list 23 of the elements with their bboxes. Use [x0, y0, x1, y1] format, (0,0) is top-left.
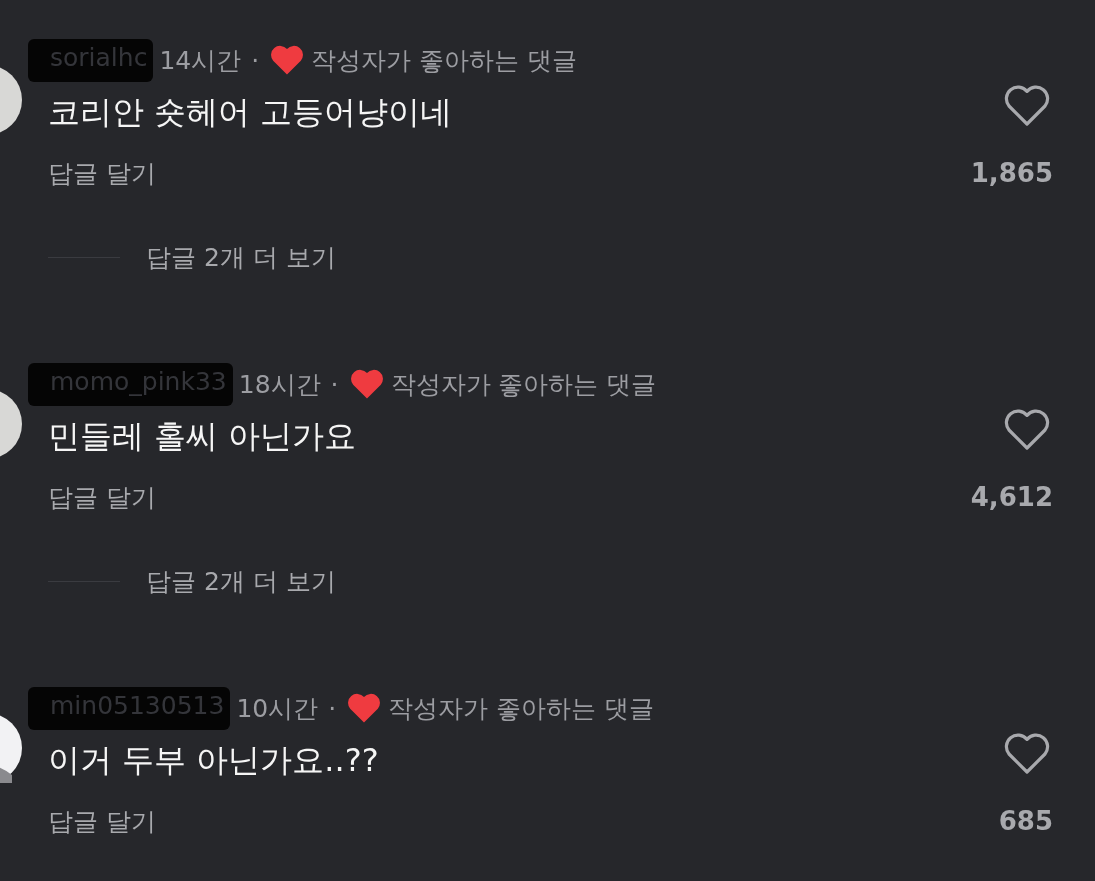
like-count: 1,865: [970, 158, 1053, 188]
view-replies-link[interactable]: 답글 2개 더 보기: [146, 564, 336, 598]
comment-text: 코리안 숏헤어 고등어냥이네: [48, 92, 453, 133]
reply-link[interactable]: 답글 달기: [48, 156, 156, 190]
reply-link[interactable]: 답글 달기: [48, 804, 156, 838]
comment-text: 민들레 홀씨 아닌가요: [48, 416, 357, 457]
view-replies-link[interactable]: 답글 2개 더 보기: [146, 240, 336, 274]
comment-time: 18시간: [238, 368, 321, 401]
separator-dot: ·: [330, 369, 339, 399]
like-count: 4,612: [970, 482, 1053, 512]
author-liked-label: 작성자가 좋아하는 댓글: [388, 692, 655, 725]
reply-link[interactable]: 답글 달기: [48, 480, 156, 514]
separator-dot: ·: [328, 693, 337, 723]
like-button[interactable]: [1003, 407, 1051, 451]
author-liked-label: 작성자가 좋아하는 댓글: [390, 368, 657, 401]
like-button[interactable]: [1003, 731, 1051, 775]
author-liked-label: 작성자가 좋아하는 댓글: [311, 44, 578, 77]
like-count: 685: [998, 806, 1053, 836]
comment-text: 이거 두부 아닌가요..??: [48, 740, 379, 781]
separator-dot: ·: [251, 45, 260, 75]
comment-time: 14시간: [159, 44, 242, 77]
like-button[interactable]: [1003, 83, 1051, 127]
comment-time: 10시간: [236, 692, 319, 725]
